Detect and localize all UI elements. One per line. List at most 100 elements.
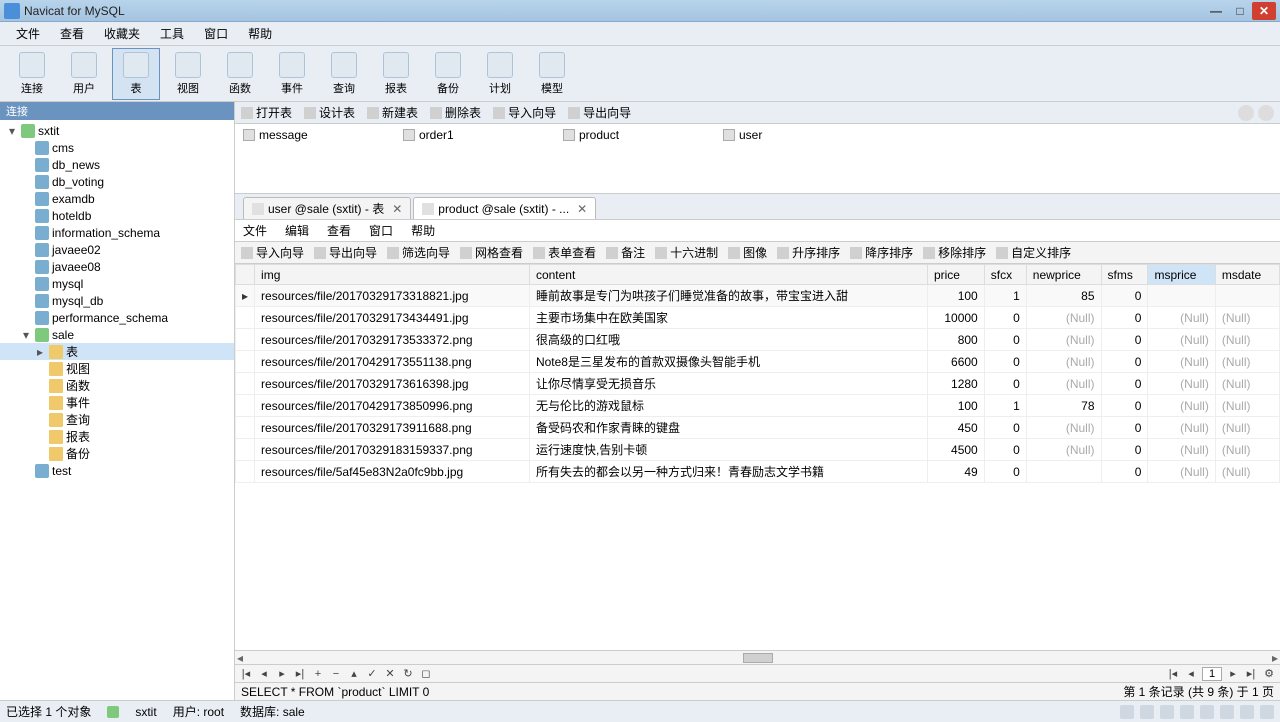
nav-commit-button[interactable]: ✓ <box>365 667 379 681</box>
gtb-自定义排序[interactable]: 自定义排序 <box>996 244 1071 261</box>
horizontal-scrollbar[interactable]: ◂ ▸ <box>235 650 1280 664</box>
tray-icon[interactable] <box>1200 705 1214 719</box>
connection-sxtit[interactable]: ▾sxtit <box>0 122 234 139</box>
db-child-事件[interactable]: 事件 <box>0 394 234 411</box>
cell[interactable] <box>236 439 255 461</box>
cell[interactable]: 0 <box>1101 461 1148 483</box>
database-hoteldb[interactable]: hoteldb <box>0 207 234 224</box>
tray-icon[interactable] <box>1240 705 1254 719</box>
cell[interactable] <box>1215 285 1279 307</box>
cell[interactable]: Note8是三星发布的首款双摄像头智能手机 <box>529 351 927 373</box>
nav-last-button[interactable]: ▸| <box>293 667 307 681</box>
cell[interactable]: resources/file/20170329173533372.png <box>255 329 530 351</box>
tool-view[interactable]: 视图 <box>164 48 212 100</box>
cell[interactable]: 0 <box>1101 307 1148 329</box>
cell[interactable]: (Null) <box>1215 395 1279 417</box>
page-input[interactable] <box>1202 667 1222 681</box>
tab[interactable]: product @sale (sxtit) - ...✕ <box>413 197 596 219</box>
cell[interactable]: 0 <box>984 461 1026 483</box>
cell[interactable]: (Null) <box>1215 329 1279 351</box>
db-child-函数[interactable]: 函数 <box>0 377 234 394</box>
gtb-备注[interactable]: 备注 <box>606 244 645 261</box>
cell[interactable]: 0 <box>984 417 1026 439</box>
cell[interactable]: (Null) <box>1148 307 1215 329</box>
nav-first-button[interactable]: |◂ <box>239 667 253 681</box>
nav-edit-button[interactable]: ▴ <box>347 667 361 681</box>
db-child-查询[interactable]: 查询 <box>0 411 234 428</box>
tree-toggle-icon[interactable]: ▾ <box>20 328 32 342</box>
cell[interactable]: 很高级的口红哦 <box>529 329 927 351</box>
cell[interactable]: (Null) <box>1148 351 1215 373</box>
tray-icon[interactable] <box>1180 705 1194 719</box>
cell[interactable]: 1 <box>984 395 1026 417</box>
cell[interactable]: (Null) <box>1215 439 1279 461</box>
database-sale[interactable]: ▾sale <box>0 326 234 343</box>
menu-收藏夹[interactable]: 收藏夹 <box>94 23 150 44</box>
gtb-十六进制[interactable]: 十六进制 <box>655 244 718 261</box>
menu-帮助[interactable]: 帮助 <box>238 23 282 44</box>
submenu-查看[interactable]: 查看 <box>327 222 351 239</box>
tool-function[interactable]: 函数 <box>216 48 264 100</box>
cell[interactable]: 主要市场集中在欧美国家 <box>529 307 927 329</box>
scroll-thumb[interactable] <box>743 653 773 663</box>
database-performance_schema[interactable]: performance_schema <box>0 309 234 326</box>
database-db_voting[interactable]: db_voting <box>0 173 234 190</box>
ctb-导出向导[interactable]: 导出向导 <box>568 104 631 121</box>
cell[interactable] <box>236 329 255 351</box>
cell[interactable] <box>236 307 255 329</box>
cell[interactable]: (Null) <box>1148 417 1215 439</box>
col-header-sfcx[interactable]: sfcx <box>984 265 1026 285</box>
cell[interactable]: ▸ <box>236 285 255 307</box>
tool-event[interactable]: 事件 <box>268 48 316 100</box>
cell[interactable]: resources/file/20170329173318821.jpg <box>255 285 530 307</box>
cell[interactable]: 78 <box>1026 395 1101 417</box>
cell[interactable]: (Null) <box>1026 373 1101 395</box>
maximize-button[interactable]: □ <box>1228 2 1252 20</box>
page-prev-button[interactable]: ◂ <box>1184 667 1198 681</box>
submenu-帮助[interactable]: 帮助 <box>411 222 435 239</box>
search-icon[interactable] <box>1238 105 1254 121</box>
db-child-表[interactable]: ▸表 <box>0 343 234 360</box>
col-header-img[interactable]: img <box>255 265 530 285</box>
database-test[interactable]: test <box>0 462 234 479</box>
menu-工具[interactable]: 工具 <box>150 23 194 44</box>
cell[interactable]: 1 <box>984 285 1026 307</box>
ctb-导入向导[interactable]: 导入向导 <box>493 104 556 121</box>
cell[interactable]: resources/file/20170329173434491.jpg <box>255 307 530 329</box>
nav-del-button[interactable]: − <box>329 667 343 681</box>
page-first-button[interactable]: |◂ <box>1166 667 1180 681</box>
tray-icon[interactable] <box>1220 705 1234 719</box>
cell[interactable]: 1280 <box>927 373 984 395</box>
cell[interactable]: (Null) <box>1026 351 1101 373</box>
tool-user[interactable]: 用户 <box>60 48 108 100</box>
cell[interactable] <box>236 373 255 395</box>
database-db_news[interactable]: db_news <box>0 156 234 173</box>
nav-cancel-button[interactable]: ✕ <box>383 667 397 681</box>
object-message[interactable]: message <box>243 128 363 142</box>
cell[interactable]: resources/file/20170329183159337.png <box>255 439 530 461</box>
cell[interactable]: 运行速度快,告别卡顿 <box>529 439 927 461</box>
database-javaee02[interactable]: javaee02 <box>0 241 234 258</box>
cell[interactable]: resources/file/20170329173616398.jpg <box>255 373 530 395</box>
tab[interactable]: user @sale (sxtit) - 表✕ <box>243 197 411 219</box>
tool-schedule[interactable]: 计划 <box>476 48 524 100</box>
menu-查看[interactable]: 查看 <box>50 23 94 44</box>
tool-backup[interactable]: 备份 <box>424 48 472 100</box>
cell[interactable]: 0 <box>984 307 1026 329</box>
cell[interactable]: (Null) <box>1215 461 1279 483</box>
database-mysql_db[interactable]: mysql_db <box>0 292 234 309</box>
cell[interactable]: 0 <box>1101 329 1148 351</box>
tray-icon[interactable] <box>1120 705 1134 719</box>
submenu-文件[interactable]: 文件 <box>243 222 267 239</box>
gtb-导入向导[interactable]: 导入向导 <box>241 244 304 261</box>
gtb-移除排序[interactable]: 移除排序 <box>923 244 986 261</box>
cell[interactable]: 0 <box>984 351 1026 373</box>
gtb-筛选向导[interactable]: 筛选向导 <box>387 244 450 261</box>
tool-query[interactable]: 查询 <box>320 48 368 100</box>
cell[interactable]: (Null) <box>1026 307 1101 329</box>
cell[interactable]: (Null) <box>1215 351 1279 373</box>
cell[interactable]: 0 <box>1101 351 1148 373</box>
cell[interactable]: 6600 <box>927 351 984 373</box>
cell[interactable]: (Null) <box>1148 439 1215 461</box>
col-header-sfms[interactable]: sfms <box>1101 265 1148 285</box>
